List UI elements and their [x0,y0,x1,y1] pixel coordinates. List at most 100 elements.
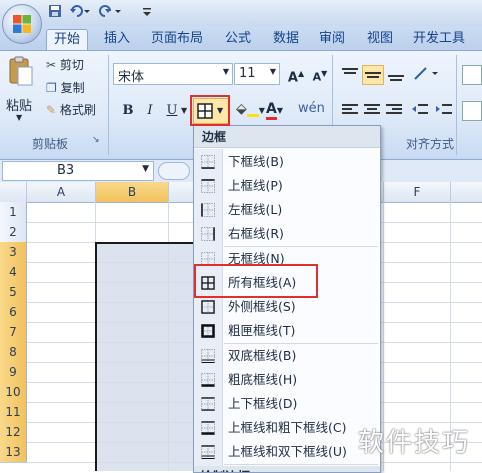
tab-insert[interactable]: 插入 [97,29,137,49]
name-box[interactable]: B3 ▼ [2,161,154,181]
ribbon-tab-bar: 开始 插入 页面布局 公式 数据 审阅 视图 开发工具 [0,26,482,51]
tab-developer[interactable]: 开发工具 [406,29,472,49]
column-header-b[interactable]: B [96,182,169,202]
tab-view[interactable]: 视图 [360,29,400,49]
align-bottom-icon[interactable] [386,65,406,83]
formula-bar-toggle[interactable] [158,162,190,180]
row-header[interactable]: 2 [0,222,27,243]
bold-button[interactable]: B [118,101,138,121]
save-icon[interactable] [46,4,64,20]
row-header[interactable]: 10 [0,382,27,403]
menu-item-top-border[interactable]: 上框线(P) [194,175,380,197]
font-name-select[interactable]: 宋体 ▼ [113,63,233,85]
menu-item-label: 粗底框线(H) [228,372,298,387]
column-header-a[interactable]: A [27,182,96,202]
menu-item-label: 右框线(R) [228,226,284,241]
outside-borders-icon [201,300,215,314]
menu-item-thick-bottom-border[interactable]: 粗底框线(H) [194,369,380,391]
paste-label: 粘贴 [6,99,33,114]
highlight-all-borders-item [194,264,318,298]
horizontal-align-buttons [340,101,480,121]
tab-formulas[interactable]: 公式 [218,29,258,49]
select-all-corner[interactable] [0,182,27,202]
row-header[interactable]: 7 [0,322,27,343]
align-center-icon[interactable] [362,101,382,119]
underline-dropdown-icon[interactable]: ▼ [181,106,187,115]
text-orientation-icon[interactable] [412,65,438,83]
row-header[interactable]: 6 [0,302,27,323]
redo-icon[interactable] [98,4,124,20]
paste-button[interactable]: 粘贴 ▼ [6,55,38,122]
phonetic-button[interactable]: wén [298,101,325,116]
office-logo-icon [13,15,31,33]
group-divider [108,55,109,155]
row-header[interactable]: 9 [0,362,27,383]
menu-item-label: 下框线(B) [228,154,284,169]
menu-item-right-border[interactable]: 右框线(R) [194,223,380,245]
align-middle-icon[interactable] [362,65,384,85]
row-header[interactable]: 5 [0,282,27,303]
format-painter-button[interactable]: ✎ 格式刷 [46,101,96,118]
tab-data[interactable]: 数据 [266,29,306,49]
watermark-text: 软件技巧 [357,428,470,458]
copy-label: 复制 [60,81,85,95]
row-header[interactable]: 1 [0,202,27,223]
menu-item-left-border[interactable]: 左框线(L) [194,199,380,221]
chevron-down-icon: ▼ [222,67,229,76]
clipboard-launcher-icon[interactable]: ↘ [92,135,100,145]
menu-item-label: 上框线和双下框线(U) [228,444,347,459]
tab-home[interactable]: 开始 [46,29,89,50]
align-right-icon[interactable] [384,101,404,119]
font-size-select[interactable]: 11 ▼ [234,63,280,85]
undo-icon[interactable] [68,4,94,20]
menu-item-outside-borders[interactable]: 外侧框线(S) [194,296,380,318]
decrease-indent-icon[interactable] [410,101,430,119]
underline-button[interactable]: U [162,101,182,121]
row-header[interactable]: 12 [0,422,27,443]
menu-item-top-double-bottom-border[interactable]: 上框线和双下框线(U) [194,441,380,463]
thick-box-border-icon [201,324,215,338]
tab-review[interactable]: 审阅 [312,29,352,49]
column-header-f[interactable]: F [384,182,451,202]
bottom-border-icon [201,155,215,169]
chevron-down-icon: ▼ [269,67,276,76]
fill-color-button[interactable]: ⬙ ▼ [236,101,265,117]
top-bottom-border-icon [201,397,215,411]
menu-item-label: 左框线(L) [228,202,283,217]
row-header[interactable]: 8 [0,342,27,363]
group-divider [456,55,457,155]
menu-item-label: 上框线和粗下框线(C) [228,420,347,435]
align-left-icon[interactable] [340,101,360,119]
paint-bucket-icon: ⬙ [236,101,247,117]
cut-button[interactable]: ✂ 剪切 [46,56,84,73]
customize-toolbar-icon[interactable] [138,4,156,20]
row-header[interactable]: 13 [0,442,27,463]
italic-button[interactable]: I [140,101,160,121]
increase-indent-icon[interactable] [434,101,454,119]
top-border-icon [201,179,215,193]
menu-item-thick-box-border[interactable]: 粗匣框线(T) [194,320,380,342]
scissors-icon: ✂ [46,58,57,72]
right-border-icon [201,227,215,241]
menu-item-top-thick-bottom-border[interactable]: 上框线和粗下框线(C) [194,417,380,439]
tab-page-layout[interactable]: 页面布局 [144,29,210,49]
menu-item-bottom-border[interactable]: 下框线(B) [194,151,380,173]
copy-button[interactable]: ❐ 复制 [46,79,85,96]
menu-item-label: 外侧框线(S) [228,299,296,314]
menu-item-top-bottom-border[interactable]: 上下框线(D) [194,393,380,415]
wrap-text-icon[interactable] [462,65,482,85]
font-color-button[interactable]: A▼ [266,101,283,120]
row-header[interactable]: 4 [0,262,27,283]
row-header[interactable]: 3 [0,242,27,263]
office-button[interactable] [2,4,42,44]
shrink-font-button[interactable]: A▼ [308,64,332,84]
row-header[interactable]: 11 [0,402,27,423]
grow-font-button[interactable]: A▲ [284,64,308,85]
menu-item-draw-borders[interactable]: 绘制边框 [194,466,380,472]
font-color-icon: A [266,101,277,120]
title-bar [0,0,482,26]
menu-item-bottom-double-border[interactable]: 双底框线(B) [194,345,380,367]
align-top-icon[interactable] [340,65,360,83]
menu-item-label: 粗匣框线(T) [228,323,296,338]
merge-center-icon[interactable] [462,101,482,121]
